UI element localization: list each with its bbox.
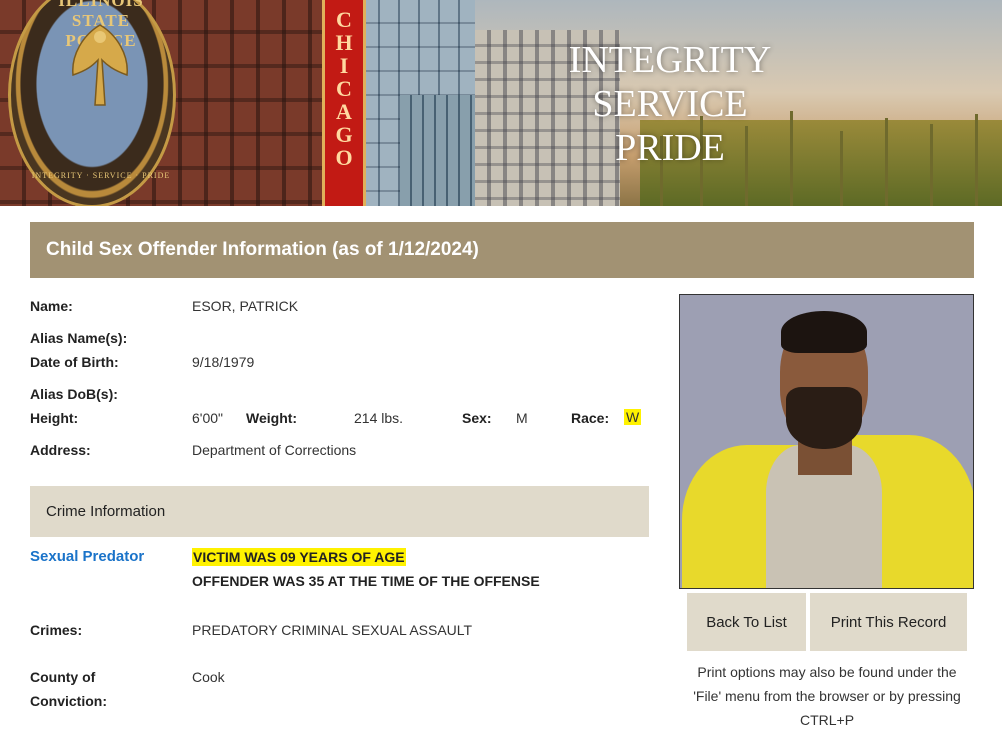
- sign-letter: I: [339, 53, 349, 78]
- alias-names-label: Alias Name(s):: [30, 330, 128, 346]
- motto-line: PRIDE: [615, 127, 725, 169]
- sign-letter: G: [335, 122, 353, 147]
- weight-value: 214 lbs.: [354, 410, 404, 426]
- eagle-icon: [72, 24, 128, 106]
- motto-line: SERVICE: [592, 83, 748, 125]
- print-record-button[interactable]: Print This Record: [810, 593, 967, 651]
- sexual-predator-link[interactable]: Sexual Predator: [30, 548, 144, 565]
- weight-label: Weight:: [246, 410, 298, 426]
- alias-dob-label: Alias DoB(s):: [30, 386, 118, 402]
- back-to-list-button[interactable]: Back To List: [687, 593, 806, 651]
- crime-section-title: Crime Information: [46, 503, 166, 520]
- race-value: W: [624, 409, 642, 425]
- sex-label: Sex:: [462, 410, 492, 426]
- address-value: Department of Corrections: [192, 442, 357, 458]
- dob-label: Date of Birth:: [30, 354, 119, 370]
- crime-section-header: Crime Information: [30, 486, 649, 537]
- offender-photo: [679, 294, 974, 589]
- crimes-label: Crimes:: [30, 622, 83, 638]
- seal-bottom-text: INTEGRITY · SERVICE · PRIDE: [31, 171, 171, 180]
- chicago-sign: C H I C A G O: [322, 0, 366, 206]
- sex-value: M: [516, 410, 528, 426]
- state-police-seal-logo: ILLINOIS STATE POLICE INTEGRITY · SERVIC…: [8, 0, 176, 206]
- motto: INTEGRITY SERVICE PRIDE: [540, 38, 800, 170]
- offender-age-text: OFFENDER WAS 35 AT THE TIME OF THE OFFEN…: [192, 573, 540, 589]
- sign-letter: C: [336, 7, 352, 32]
- county-value: Cook: [192, 669, 225, 685]
- print-instructions: Print options may also be found under th…: [693, 664, 961, 728]
- race-label: Race:: [571, 410, 610, 426]
- name-value: ESOR, PATRICK: [192, 298, 299, 314]
- dob-value: 9/18/1979: [192, 354, 255, 370]
- name-label: Name:: [30, 298, 73, 314]
- sign-letter: O: [335, 145, 353, 170]
- county-label-cont: Conviction:: [30, 693, 107, 709]
- photo-hair: [781, 311, 867, 353]
- sign-letter: A: [336, 99, 352, 124]
- address-label: Address:: [30, 442, 91, 458]
- page-title-bar: Child Sex Offender Information (as of 1/…: [30, 222, 974, 278]
- crimes-value: PREDATORY CRIMINAL SEXUAL ASSAULT: [192, 622, 473, 638]
- photo-beard: [786, 387, 862, 449]
- page-title: Child Sex Offender Information (as of 1/…: [46, 239, 479, 260]
- header-banner: C H I C A G O ILLINOIS STATE POLICE INTE…: [0, 0, 1002, 206]
- sign-letter: C: [336, 76, 352, 101]
- motto-line: INTEGRITY: [568, 39, 772, 81]
- county-label: County of: [30, 669, 96, 685]
- victim-age-text: VICTIM WAS 09 YEARS OF AGE: [192, 548, 406, 566]
- height-label: Height:: [30, 410, 79, 426]
- height-value: 6'00": [192, 410, 224, 426]
- sign-letter: H: [335, 30, 353, 55]
